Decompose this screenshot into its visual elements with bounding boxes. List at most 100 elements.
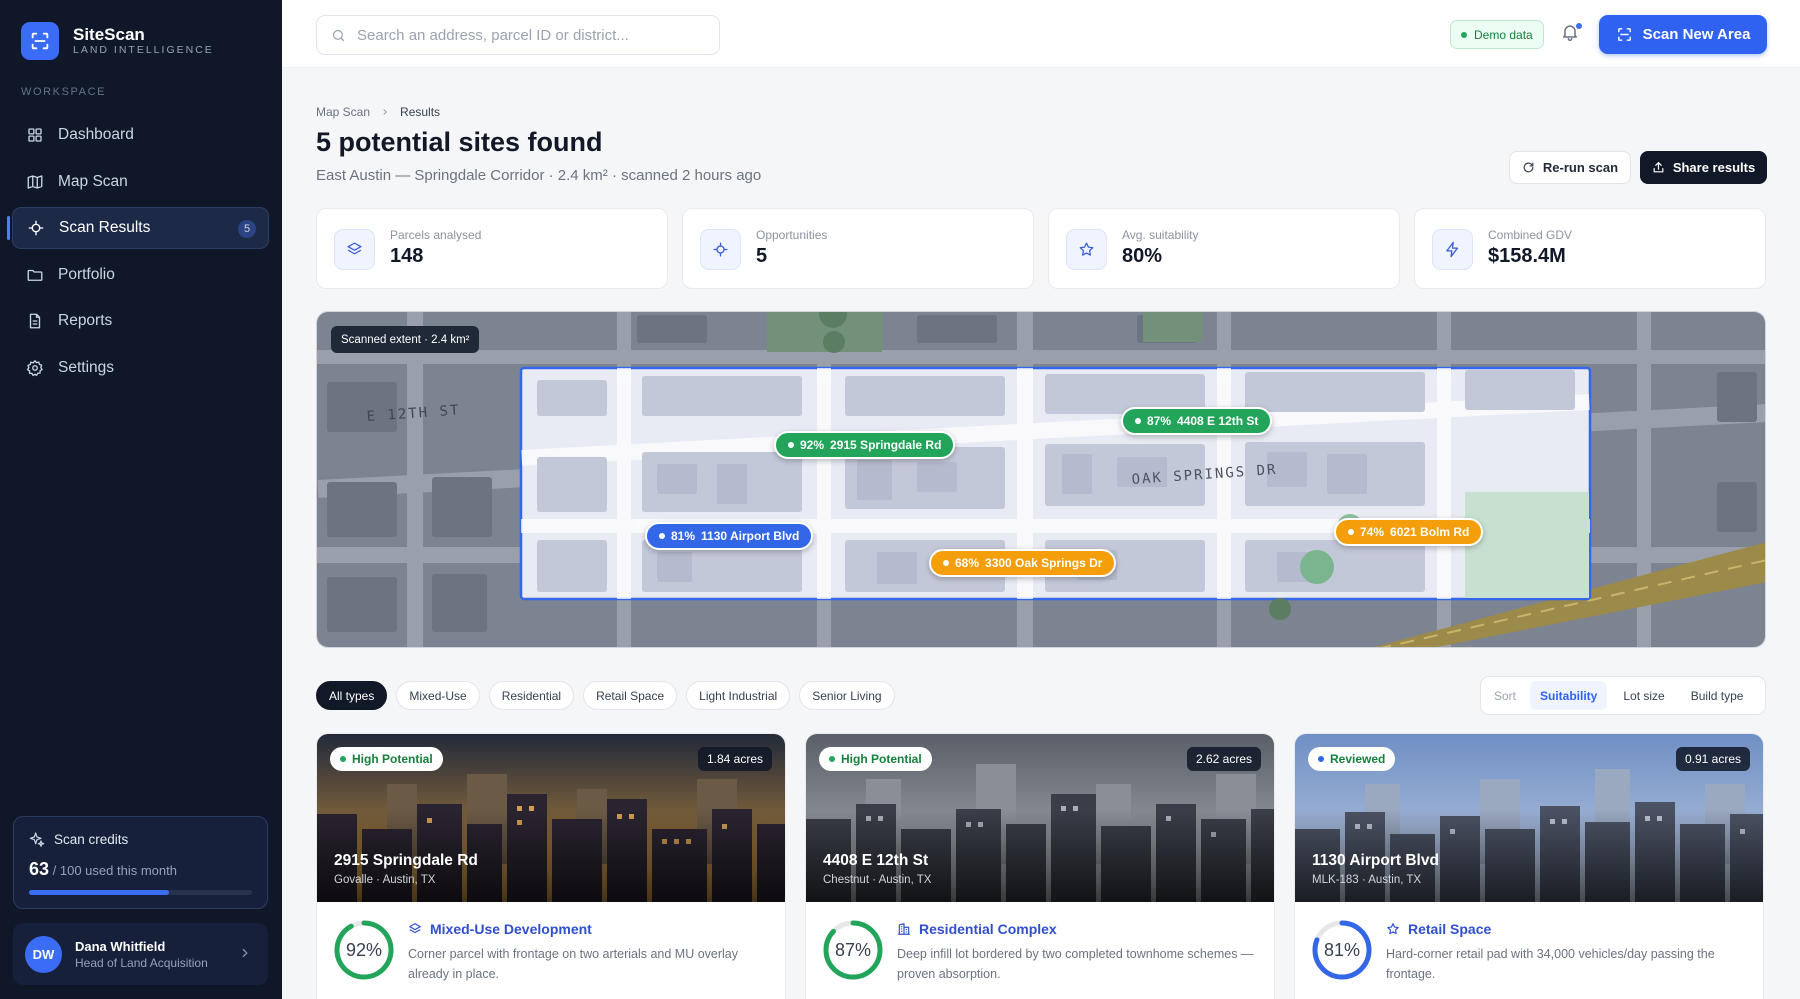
- crosshair-icon: [28, 220, 44, 236]
- sort-control: Sort Suitability Lot size Build type: [1480, 676, 1766, 715]
- site-card-2915-springdale-rd[interactable]: High Potential 1.84 acres 2915 Springdal…: [316, 733, 786, 999]
- map-pin-2915-springdale-rd[interactable]: 92% 2915 Springdale Rd: [774, 431, 956, 459]
- scan-button-label: Scan New Area: [1642, 26, 1751, 43]
- sidebar-item-label: Settings: [58, 358, 115, 376]
- share-results-button[interactable]: Share results: [1640, 151, 1767, 184]
- brand-tagline: LAND INTELLIGENCE: [73, 44, 214, 56]
- pin-dot-icon: [1348, 529, 1354, 535]
- sort-label: Sort: [1494, 688, 1517, 703]
- sort-suitability[interactable]: Suitability: [1530, 681, 1608, 710]
- pin-name: 6021 Bolm Rd: [1390, 525, 1470, 539]
- build-type: Residential Complex: [897, 921, 1057, 937]
- star-icon: [1387, 923, 1399, 935]
- map-pin-6021-bolm-rd[interactable]: 74% 6021 Bolm Rd: [1334, 518, 1484, 546]
- stat-value: 80%: [1122, 245, 1163, 267]
- type-filter-chips: All types Mixed-Use Residential Retail S…: [316, 681, 895, 710]
- stat-label: Avg. suitability: [1122, 228, 1199, 242]
- site-area: Govalle · Austin, TX: [334, 874, 436, 886]
- pin-name: 3300 Oak Springs Dr: [985, 556, 1103, 570]
- demo-label: Demo data: [1474, 27, 1533, 42]
- sidebar: SiteScan LAND INTELLIGENCE WORKSPACE Das…: [0, 0, 282, 999]
- status-badge: High Potential: [819, 747, 932, 771]
- search-box[interactable]: [316, 15, 720, 55]
- sidebar-item-label: Map Scan: [58, 172, 128, 190]
- map-pin-4408-e-12th-st[interactable]: 87% 4408 E 12th St: [1121, 407, 1273, 435]
- chip-all-types[interactable]: All types: [316, 681, 388, 710]
- sidebar-item-label: Reports: [58, 312, 113, 329]
- page-title: 5 potential sites found: [316, 127, 603, 157]
- re-run-scan-button[interactable]: Re-run scan: [1509, 151, 1631, 184]
- chip-light-industrial[interactable]: Light Industrial: [686, 681, 791, 710]
- suitability-score: 81%: [1323, 939, 1361, 960]
- scan-new-area-button[interactable]: Scan New Area: [1599, 15, 1767, 54]
- site-image: High Potential 1.84 acres 2915 Springdal…: [317, 734, 785, 902]
- site-address: 1130 Airport Blvd: [1312, 852, 1439, 869]
- sidebar-item-map-scan[interactable]: Map Scan: [12, 161, 269, 203]
- map-pin-1130-airport-blvd[interactable]: 81% 1130 Airport Blvd: [645, 522, 814, 550]
- sort-lot-size[interactable]: Lot size: [1613, 681, 1674, 710]
- lightning-icon: [1432, 229, 1473, 270]
- pin-name: 2915 Springdale Rd: [830, 438, 942, 452]
- chip-residential[interactable]: Residential: [488, 681, 575, 710]
- scanned-extent-label: Scanned extent · 2.4 km²: [331, 326, 480, 353]
- credits-progress-fill: [29, 890, 170, 895]
- user-name: Dana Whitfield: [75, 938, 166, 954]
- layers-icon: [409, 923, 421, 934]
- credits-suffix: / 100 used this month: [52, 863, 177, 878]
- map-pin-3300-oak-springs-dr[interactable]: 68% 3300 Oak Springs Dr: [929, 549, 1117, 577]
- build-type: Mixed-Use Development: [408, 921, 592, 937]
- sidebar-item-settings[interactable]: Settings: [12, 347, 269, 389]
- stat-value: 5: [756, 245, 768, 267]
- pin-dot-icon: [659, 533, 665, 539]
- stat-value: 148: [390, 245, 424, 267]
- site-image: High Potential 2.62 acres 4408 E 12th St…: [806, 734, 1274, 902]
- stat-avg-suitability: Avg. suitability 80%: [1048, 208, 1400, 289]
- sidebar-item-label: Scan Results: [59, 219, 151, 236]
- site-description: Deep infill lot bordered by two complete…: [897, 947, 1254, 981]
- sidebar-item-portfolio[interactable]: Portfolio: [12, 254, 269, 296]
- pin-dot-icon: [943, 560, 949, 566]
- search-icon: [332, 29, 345, 41]
- search-input[interactable]: [357, 26, 697, 44]
- chip-senior-living[interactable]: Senior Living: [799, 681, 895, 710]
- site-card-4408-e-12th-st[interactable]: High Potential 2.62 acres 4408 E 12th St…: [805, 733, 1275, 999]
- pin-name: 4408 E 12th St: [1177, 414, 1259, 428]
- top-bar: Demo data Scan New Area: [282, 0, 1800, 68]
- site-description: Corner parcel with frontage on two arter…: [408, 947, 739, 981]
- notification-dot: [1575, 22, 1583, 30]
- share-icon: [1653, 162, 1664, 173]
- chevron-right-icon: [383, 109, 388, 115]
- site-area: MLK-183 · Austin, TX: [1312, 874, 1422, 886]
- credits-progress-bar: [29, 890, 252, 895]
- chip-retail-space[interactable]: Retail Space: [583, 681, 678, 710]
- sort-build-type[interactable]: Build type: [1681, 681, 1754, 710]
- sidebar-nav: Dashboard Map Scan Scan Results 5 Portfo…: [7, 114, 269, 393]
- chip-mixed-use[interactable]: Mixed-Use: [396, 681, 480, 710]
- document-icon: [29, 313, 41, 329]
- sidebar-item-scan-results[interactable]: Scan Results 5: [7, 207, 269, 249]
- suitability-score: 87%: [834, 939, 872, 960]
- site-card-1130-airport-blvd[interactable]: Reviewed 0.91 acres 1130 Airport Blvd ML…: [1294, 733, 1764, 999]
- pin-score: 74%: [1360, 525, 1385, 539]
- map-canvas[interactable]: E 12TH ST OAK SPRINGS DR: [317, 312, 1766, 648]
- site-description: Hard-corner retail pad with 34,000 vehic…: [1386, 947, 1715, 981]
- scan-map[interactable]: E 12TH ST OAK SPRINGS DR Scanned extent …: [316, 311, 1766, 648]
- rerun-label: Re-run scan: [1542, 160, 1619, 175]
- breadcrumb-map-scan[interactable]: Map Scan: [316, 105, 370, 119]
- brand[interactable]: SiteScan LAND INTELLIGENCE: [21, 22, 214, 60]
- star-icon: [1066, 229, 1107, 270]
- share-label: Share results: [1672, 160, 1756, 175]
- brand-name: SiteScan: [73, 25, 145, 44]
- results-count-badge: 5: [238, 220, 256, 238]
- building-icon: [898, 923, 910, 935]
- scan-credits-panel: Scan credits 63 / 100 used this month: [13, 816, 268, 909]
- sidebar-item-dashboard[interactable]: Dashboard: [12, 114, 269, 156]
- sidebar-item-reports[interactable]: Reports: [12, 300, 269, 342]
- status-badge: High Potential: [330, 747, 443, 771]
- status-badge: Reviewed: [1308, 747, 1396, 771]
- sparkle-icon: [29, 832, 45, 847]
- pin-name: 1130 Airport Blvd: [701, 529, 800, 543]
- suitability-score: 92%: [345, 939, 383, 960]
- user-profile[interactable]: DW Dana Whitfield Head of Land Acquisiti…: [13, 923, 268, 985]
- stat-label: Combined GDV: [1488, 228, 1573, 242]
